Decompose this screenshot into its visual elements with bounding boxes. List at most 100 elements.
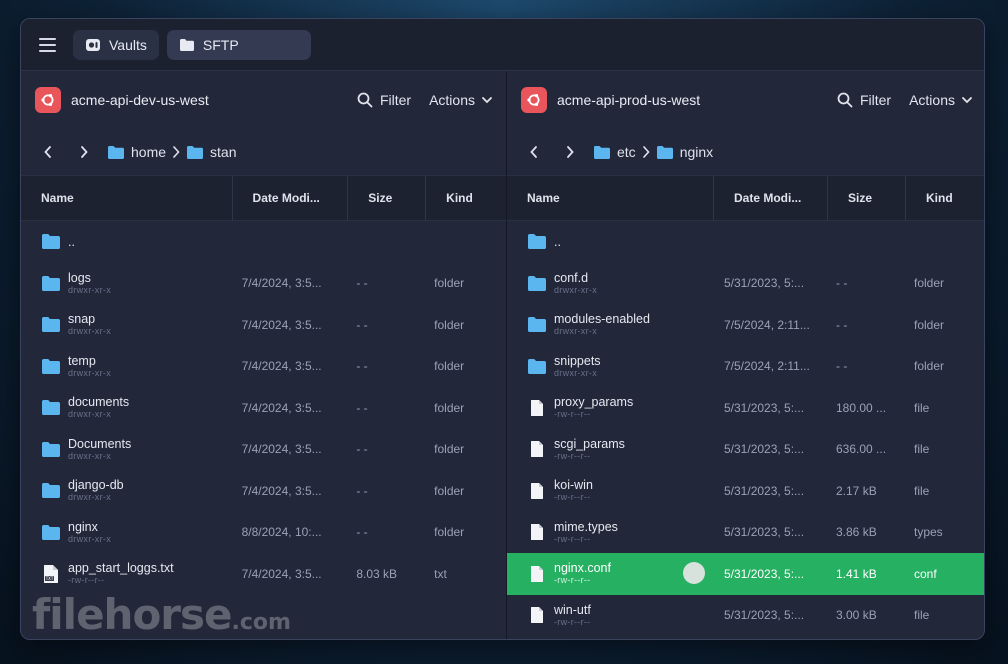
file-name: snap [68,312,96,327]
column-size[interactable]: Size [348,175,427,221]
file-icon [527,606,547,624]
column-kind[interactable]: Kind [426,175,506,221]
right-actions-button[interactable]: Actions [909,92,972,108]
column-date-modified[interactable]: Date Modi... [714,175,828,221]
left-filter-label: Filter [379,92,412,108]
breadcrumb-stan[interactable]: stan [186,144,237,160]
folder-icon [41,399,61,416]
folder-icon [527,275,547,292]
file-size: 1.41 kB [836,566,877,581]
forward-button[interactable] [557,139,583,165]
file-permissions: drwxr-xr-x [68,326,111,337]
file-row[interactable]: logs drwxr-xr-x 7/4/2024, 3:5... - - folder [21,263,506,305]
file-kind: folder [434,317,465,332]
file-name-block: django-db drwxr-xr-x [68,478,124,503]
folder-icon [187,145,204,159]
chevron-left-icon [44,146,51,158]
file-size: - - [356,483,368,498]
file-row[interactable]: win-utf -rw-r--r-- 5/31/2023, 5:... 3.00 kB… [507,595,984,637]
file-row[interactable]: documents drwxr-xr-x 7/4/2024, 3:5... - - fo… [21,387,506,429]
file-row[interactable]: modules-enabled drwxr-xr-x 7/5/2024, 2:11.… [507,304,984,346]
file-name-cell: koi-win -rw-r--r-- [507,478,714,503]
back-button[interactable] [35,139,61,165]
file-icon [527,565,547,583]
file-name: scgi_params [554,436,625,451]
tab-sftp-label: SFTP [202,36,239,53]
forward-button[interactable] [71,139,97,165]
file-date: 7/4/2024, 3:5... [241,317,322,332]
column-size[interactable]: Size [828,175,906,221]
file-row[interactable]: conf.d drwxr-xr-x 5/31/2023, 5:... - - folde… [507,263,984,305]
column-name[interactable]: Name [507,175,714,221]
file-name: win-utf [554,602,591,617]
right-breadcrumb: etc nginx [507,129,984,175]
file-row[interactable]: Documents drwxr-xr-x 7/4/2024, 3:5... - - fo… [21,429,506,471]
folder-icon [527,358,547,375]
tab-vaults[interactable]: Vaults [73,29,159,60]
file-name: nginx [68,519,98,534]
breadcrumb-nginx[interactable]: nginx [656,144,713,160]
file-permissions: -rw-r--r-- [554,409,591,420]
left-filter-button[interactable]: Filter [357,92,411,108]
chevron-left-icon [530,146,537,158]
menu-icon[interactable] [35,32,61,58]
file-row[interactable]: nginx drwxr-xr-x 8/8/2024, 10:... - - folder [21,512,506,554]
right-filter-button[interactable]: Filter [837,92,891,108]
left-breadcrumb: home stan [21,129,506,175]
file-permissions: -rw-r--r-- [68,575,105,586]
column-kind[interactable]: Kind [906,175,984,221]
file-name: mime.types [554,519,618,534]
file-size: - - [356,359,368,374]
file-name-cell: temp drwxr-xr-x [21,354,233,379]
chevron-down-icon [962,96,972,103]
file-row[interactable]: mime.types -rw-r--r-- 5/31/2023, 5:... 3.86… [507,512,984,554]
file-name-block: temp drwxr-xr-x [68,354,111,379]
folder-icon [527,233,547,250]
breadcrumb-etc[interactable]: etc [593,144,636,160]
file-kind: folder [434,525,465,540]
back-button[interactable] [521,139,547,165]
file-name-block: Documents drwxr-xr-x [68,437,131,462]
file-row[interactable]: snap drwxr-xr-x 7/4/2024, 3:5... - - folder [21,304,506,346]
column-name[interactable]: Name [21,175,233,221]
file-date: 7/4/2024, 3:5... [241,483,322,498]
file-kind: file [914,442,930,457]
file-row[interactable]: scgi_params -rw-r--r-- 5/31/2023, 5:... 636… [507,429,984,471]
file-row[interactable]: snippets drwxr-xr-x 7/5/2024, 2:11... - - fo… [507,346,984,388]
column-date-modified[interactable]: Date Modi... [233,175,349,221]
file-name-cell: conf.d drwxr-xr-x [507,271,714,296]
file-row[interactable]: TXT app_start_loggs.txt -rw-r--r-- 7/4/2024… [21,553,506,595]
file-permissions: -rw-r--r-- [554,450,591,461]
file-row[interactable]: django-db drwxr-xr-x 7/4/2024, 3:5... - - fo… [21,470,506,512]
file-kind: file [914,483,930,498]
tab-vaults-label: Vaults [109,36,147,53]
file-size: - - [356,400,368,415]
file-kind: types [914,525,943,540]
file-row[interactable]: .. [21,221,506,263]
file-name: conf.d [554,270,589,285]
file-date: 7/4/2024, 3:5... [241,276,322,291]
file-name-block: scgi_params -rw-r--r-- [554,437,625,462]
left-actions-button[interactable]: Actions [429,92,492,108]
file-kind: folder [914,317,945,332]
file-row[interactable]: koi-win -rw-r--r-- 5/31/2023, 5:... 2.17 kB… [507,470,984,512]
file-row[interactable]: nginx.conf -rw-r--r-- 5/31/2023, 5:... 1.41… [507,553,984,595]
file-row[interactable]: temp drwxr-xr-x 7/4/2024, 3:5... - - folder [21,346,506,388]
file-row[interactable]: proxy_params -rw-r--r-- 5/31/2023, 5:... 18… [507,387,984,429]
file-name-cell: mime.types -rw-r--r-- [507,520,714,545]
file-name: koi-win [554,478,593,493]
file-kind: file [914,400,930,415]
file-row[interactable]: .. [507,221,984,263]
file-date: 5/31/2023, 5:... [724,566,805,581]
file-name-block: koi-win -rw-r--r-- [554,478,593,503]
file-name-cell: win-utf -rw-r--r-- [507,603,714,628]
file-name: documents [68,395,130,410]
tab-sftp[interactable]: SFTP [166,29,311,60]
breadcrumb-home[interactable]: home [107,144,166,160]
file-name: temp [68,353,96,368]
svg-text:TXT: TXT [45,576,54,581]
file-name-cell: scgi_params -rw-r--r-- [507,437,714,462]
file-name: app_start_loggs.txt [68,561,174,576]
watermark-main: filehorse [32,590,233,639]
left-server-name: acme-api-dev-us-west [71,92,209,108]
